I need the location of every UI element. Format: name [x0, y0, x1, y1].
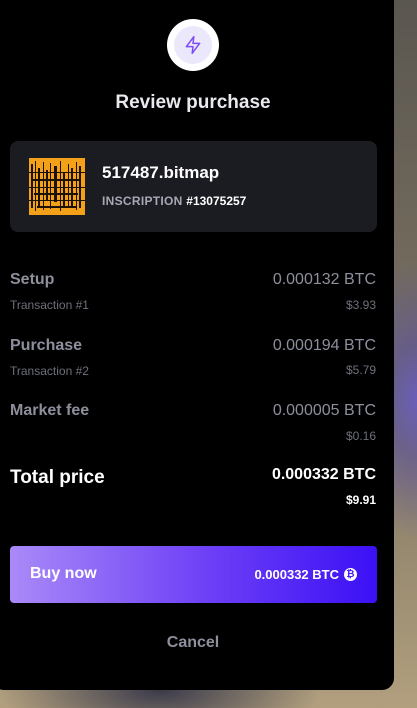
modal-title: Review purchase: [115, 92, 271, 113]
total-usd-value: $9.91: [345, 493, 376, 507]
lightning-bolt-icon: [185, 35, 201, 55]
item-card: 517487.bitmap INSCRIPTION #13075257: [10, 141, 377, 232]
buy-now-price: 0.000332 BTC: [254, 567, 339, 582]
setup-usd-value: $3.93: [345, 298, 376, 312]
total-btc-value: 0.000332 BTC: [271, 466, 376, 483]
review-purchase-modal: Review purchase 517487.bitmap INSCRIPTIO…: [0, 0, 394, 690]
item-name: 517487.bitmap: [102, 163, 220, 182]
setup-btc-value: 0.000132 BTC: [272, 271, 376, 288]
setup-label: Setup: [10, 271, 55, 288]
market-fee-usd-value: $0.16: [345, 429, 376, 443]
purchase-usd-value: $5.79: [345, 363, 376, 377]
cancel-button[interactable]: Cancel: [0, 634, 394, 652]
purchase-sublabel: Transaction #2: [10, 364, 89, 378]
modal-icon-badge: [167, 19, 219, 71]
bitmap-pattern-image: [29, 158, 85, 215]
purchase-btc-value: 0.000194 BTC: [272, 337, 376, 354]
purchase-label: Purchase: [10, 337, 83, 354]
market-fee-label: Market fee: [10, 402, 90, 419]
buy-now-button[interactable]: Buy now 0.000332 BTC ₿: [10, 546, 377, 603]
market-fee-btc-value: 0.000005 BTC: [272, 402, 376, 419]
buy-now-label: Buy now: [30, 565, 97, 582]
inscription-number: #13075257: [186, 194, 247, 208]
bitcoin-icon: ₿: [344, 568, 357, 581]
item-thumbnail: [29, 158, 85, 215]
inscription-line: INSCRIPTION #13075257: [102, 194, 246, 208]
total-price-label: Total price: [10, 467, 105, 488]
setup-sublabel: Transaction #1: [10, 298, 89, 312]
inscription-label: INSCRIPTION: [102, 194, 183, 208]
